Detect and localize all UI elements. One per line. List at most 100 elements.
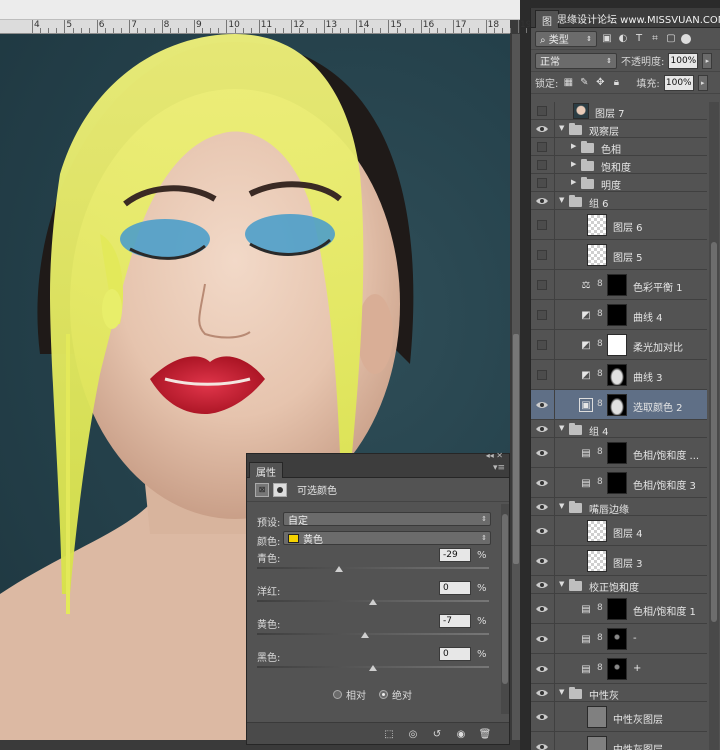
link-chain-icon[interactable]: 8 — [597, 339, 603, 349]
slider-value-input[interactable]: 0 — [439, 581, 471, 595]
layer-mask-thumbnail[interactable] — [607, 304, 627, 326]
visibility-eye-icon[interactable] — [536, 423, 548, 435]
layer-row[interactable]: 中性灰图层 — [531, 702, 707, 732]
layer-mask-thumbnail[interactable] — [607, 442, 627, 464]
layers-scrollbar[interactable] — [709, 102, 719, 750]
link-chain-icon[interactable]: 8 — [597, 633, 603, 643]
layer-mask-thumbnail[interactable] — [607, 472, 627, 494]
link-chain-icon[interactable]: 8 — [597, 369, 603, 379]
visibility-eye-icon[interactable] — [536, 633, 548, 645]
visibility-eye-icon[interactable] — [536, 525, 548, 537]
absolute-radio[interactable]: 绝对 — [379, 687, 412, 702]
slider-value-input[interactable]: -7 — [439, 614, 471, 628]
layer-row[interactable]: ▤ 8 色相/饱和度 ... — [531, 438, 707, 468]
slider-track[interactable] — [257, 566, 489, 572]
layer-row[interactable]: ⚖ 8 色彩平衡 1 — [531, 270, 707, 300]
fill-dropdown-button[interactable]: ▸ — [697, 74, 708, 91]
layer-row[interactable]: ▼ 观察层 — [531, 120, 707, 138]
chevron-down-icon[interactable]: ▼ — [559, 196, 564, 204]
chevron-down-icon[interactable]: ▼ — [559, 688, 564, 696]
layer-mask-thumbnail[interactable] — [607, 334, 627, 356]
canvas-scrollbar[interactable] — [512, 34, 520, 740]
properties-scroll-thumb[interactable] — [502, 514, 508, 684]
visibility-toggle-box[interactable] — [537, 250, 547, 260]
layer-filter-select[interactable]: ⌕ 类型 ⇕ — [535, 30, 597, 47]
visibility-toggle-box[interactable] — [537, 142, 547, 152]
filter-pixel-icon[interactable]: ▣ — [601, 33, 613, 45]
visibility-eye-icon[interactable] — [536, 501, 548, 513]
visibility-eye-icon[interactable] — [536, 603, 548, 615]
slider-track[interactable] — [257, 599, 489, 605]
layer-row[interactable]: 图层 6 — [531, 210, 707, 240]
lock-position-icon[interactable]: ✥ — [594, 77, 606, 89]
view-previous-icon[interactable]: ◎ — [405, 727, 421, 741]
layer-row[interactable]: ▤ 8 色相/饱和度 3 — [531, 468, 707, 498]
selective-color-icon[interactable]: ⊠ — [255, 482, 269, 497]
relative-radio-dot[interactable] — [333, 690, 342, 699]
link-chain-icon[interactable]: 8 — [597, 663, 603, 673]
visibility-toggle-box[interactable] — [537, 178, 547, 188]
visibility-eye-icon[interactable] — [536, 399, 548, 411]
reset-icon[interactable]: ↺ — [429, 727, 445, 741]
properties-scrollbar[interactable] — [501, 504, 509, 714]
filter-smart-object-icon[interactable]: ▢ — [665, 33, 677, 45]
slider-knob[interactable] — [369, 599, 377, 605]
layer-row[interactable]: 图层 7 — [531, 102, 707, 120]
link-chain-icon[interactable]: 8 — [597, 279, 603, 289]
link-chain-icon[interactable]: 8 — [597, 447, 603, 457]
layer-mask-thumbnail[interactable] — [607, 598, 627, 620]
panel-menu-icon[interactable]: ▾≡ — [493, 463, 505, 473]
visibility-eye-icon[interactable] — [536, 447, 548, 459]
layer-row[interactable]: ▼ 组 4 — [531, 420, 707, 438]
link-chain-icon[interactable]: 8 — [597, 477, 603, 487]
filter-type-icon[interactable]: T — [633, 33, 645, 45]
visibility-eye-icon[interactable] — [536, 663, 548, 675]
visibility-toggle-box[interactable] — [537, 310, 547, 320]
layer-row[interactable]: ▼ 中性灰 — [531, 684, 707, 702]
layer-row[interactable]: ▶ 饱和度 — [531, 156, 707, 174]
layers-scroll-thumb[interactable] — [711, 242, 717, 622]
slider-knob[interactable] — [369, 665, 377, 671]
layer-row[interactable]: 图层 4 — [531, 516, 707, 546]
properties-tab[interactable]: 属性 — [249, 462, 283, 479]
visibility-toggle-box[interactable] — [537, 220, 547, 230]
layer-row[interactable]: ▶ 色相 — [531, 138, 707, 156]
layer-row[interactable]: 图层 3 — [531, 546, 707, 576]
layer-row[interactable]: ▤ 8 - — [531, 624, 707, 654]
layer-mask-thumbnail[interactable] — [607, 274, 627, 296]
layer-row[interactable]: ▤ 8 色相/饱和度 1 — [531, 594, 707, 624]
layer-mask-icon[interactable] — [273, 482, 287, 497]
visibility-toggle-box[interactable] — [537, 370, 547, 380]
layer-mask-thumbnail[interactable] — [607, 658, 627, 680]
clip-to-layer-icon[interactable]: ⬚ — [381, 727, 397, 741]
visibility-toggle-box[interactable] — [537, 280, 547, 290]
visibility-eye-icon[interactable] — [536, 711, 548, 723]
layer-row[interactable]: ▼ 嘴唇边缘 — [531, 498, 707, 516]
slider-knob[interactable] — [360, 632, 369, 638]
slider-track[interactable] — [257, 665, 489, 671]
lock-paint-icon[interactable]: ✎ — [578, 77, 590, 89]
slider-track[interactable] — [257, 632, 489, 638]
chevron-right-icon[interactable]: ▶ — [571, 178, 576, 186]
layer-row[interactable]: 中性灰图层 — [531, 732, 707, 750]
visibility-eye-icon[interactable] — [536, 579, 548, 591]
absolute-radio-dot[interactable] — [379, 690, 388, 699]
layer-row[interactable]: ◩ 8 曲线 3 — [531, 360, 707, 390]
chevron-down-icon[interactable]: ▼ — [559, 124, 564, 132]
layer-row[interactable]: 图层 5 — [531, 240, 707, 270]
slider-knob[interactable] — [335, 566, 344, 572]
chevron-down-icon[interactable]: ▼ — [559, 580, 564, 588]
chevron-down-icon[interactable]: ▼ — [559, 502, 564, 510]
canvas-scroll-thumb[interactable] — [513, 334, 519, 564]
blend-mode-select[interactable]: 正常 ⇕ — [535, 52, 617, 69]
link-chain-icon[interactable]: 8 — [597, 399, 603, 409]
layer-row[interactable]: ▶ 明度 — [531, 174, 707, 192]
visibility-eye-icon[interactable] — [536, 555, 548, 567]
collapse-icon[interactable]: ◂◂ ✕ — [486, 451, 503, 460]
filter-adjustment-icon[interactable]: ◐ — [617, 33, 629, 45]
visibility-eye-icon[interactable] — [536, 687, 548, 699]
layer-row[interactable]: ▼ 校正饱和度 — [531, 576, 707, 594]
lock-all-icon[interactable]: 🔒︎ — [610, 77, 622, 89]
visibility-toggle-box[interactable] — [537, 106, 547, 116]
layer-row[interactable]: ▤ 8 + — [531, 654, 707, 684]
